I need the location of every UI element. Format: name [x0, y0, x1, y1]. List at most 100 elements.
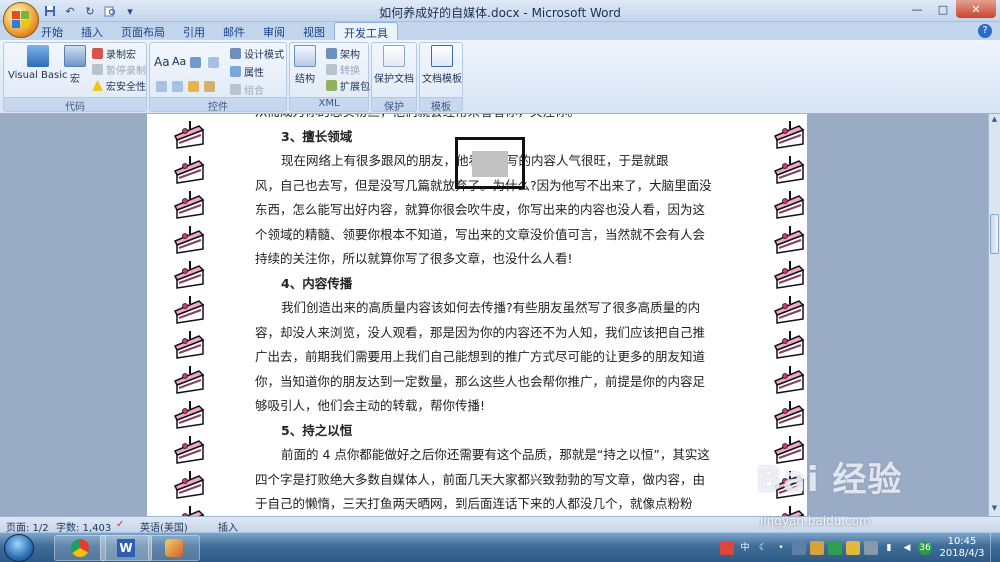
expansion-packs-icon	[326, 80, 337, 91]
tab-4[interactable]: 邮件	[214, 22, 254, 40]
show-desktop-button[interactable]	[990, 533, 1000, 562]
design-mode-button[interactable]: 设计模式	[230, 46, 284, 61]
section-heading: 4、内容传播	[281, 275, 353, 291]
cake-border-icon	[173, 291, 207, 325]
structure-button[interactable]: 结构	[294, 45, 316, 85]
cake-border-icon	[773, 466, 807, 500]
document-line: 你，当知道你的朋友达到一定数量，那么这些人也会帮你推广，前提是你的内容足	[255, 373, 706, 389]
keyboard-layout-icon[interactable]	[792, 541, 806, 555]
record-macro-icon	[92, 48, 103, 59]
cake-border-icon	[773, 221, 807, 255]
cake-border-icon	[773, 431, 807, 465]
macro-security-button[interactable]: 宏安全性	[92, 78, 146, 93]
document-line: 前面的 4 点你都能做好之后你还需要有这个品质，那就是“持之以恒”，其实这	[281, 447, 710, 462]
dropdown-control-icon[interactable]	[172, 81, 183, 92]
cake-border-icon	[173, 256, 207, 290]
flag-icon[interactable]	[864, 541, 878, 555]
group-controls: Aa Aa 设计模式 属性 组合 控件	[149, 42, 287, 113]
tab-5[interactable]: 审阅	[254, 22, 294, 40]
keyboard-icon[interactable]	[720, 541, 734, 555]
group-xml-label: XML	[290, 97, 368, 111]
taskbar-chrome-button[interactable]	[54, 535, 106, 561]
tab-7[interactable]: 开发工具	[334, 22, 398, 40]
expansion-packs-button[interactable]: 扩展包	[326, 78, 370, 93]
ribbon: Visual Basic 宏 录制宏 暂停录制 宏安全性 代码 Aa Aa 设计…	[0, 40, 1000, 114]
taskbar-paint-button[interactable]	[148, 535, 200, 561]
cake-border-icon	[173, 361, 207, 395]
dot-icon[interactable]: •	[774, 541, 788, 555]
tab-6[interactable]: 视图	[294, 22, 334, 40]
word-icon: W	[117, 539, 135, 557]
group-xml: 结构 架构 转换 扩展包 XML	[289, 42, 370, 112]
start-button[interactable]	[4, 534, 34, 562]
cake-border-icon	[173, 326, 207, 360]
visual-basic-button[interactable]: Visual Basic	[8, 45, 68, 81]
tab-2[interactable]: 页面布局	[112, 22, 174, 40]
tools-icon[interactable]	[810, 541, 824, 555]
clock-date: 2018/4/3	[939, 548, 985, 559]
scroll-thumb[interactable]	[990, 214, 999, 254]
protect-document-button[interactable]: 保护文档	[374, 45, 414, 85]
date-picker-control-icon[interactable]	[188, 81, 199, 92]
picture-control-icon[interactable]	[190, 57, 201, 68]
taskbar-word-button[interactable]: W	[100, 535, 152, 561]
volume-icon[interactable]: ◀	[900, 541, 914, 555]
system-clock[interactable]: 10:45 2018/4/3	[934, 536, 990, 560]
properties-icon	[230, 66, 241, 77]
legacy-tools-icon[interactable]	[204, 81, 215, 92]
scroll-down-icon[interactable]: ▼	[990, 504, 999, 514]
cake-border-icon	[173, 221, 207, 255]
pause-recording-button[interactable]: 暂停录制	[92, 62, 146, 77]
close-button[interactable]: ✕	[956, 0, 996, 18]
document-line: 四个字是打败绝大多数自媒体人，前面几天大家都兴致勃勃的写文章，做内容，由	[255, 471, 706, 487]
document-template-button[interactable]: 文档模板	[422, 45, 462, 85]
security-badge[interactable]: 36	[918, 541, 932, 555]
tab-3[interactable]: 引用	[174, 22, 214, 40]
office-logo-icon	[12, 11, 30, 29]
macros-button[interactable]: 宏	[64, 45, 86, 85]
transform-button[interactable]: 转换	[326, 62, 360, 77]
chrome-icon	[71, 539, 89, 557]
lock-document-icon	[383, 45, 405, 67]
office-button[interactable]	[3, 2, 39, 38]
building-block-control-icon[interactable]	[208, 57, 219, 68]
network-icon[interactable]: ▮	[882, 541, 896, 555]
plain-text-control-button[interactable]: Aa	[172, 55, 186, 68]
paint-icon	[165, 539, 183, 557]
warning-tray-icon[interactable]	[846, 541, 860, 555]
vertical-scrollbar[interactable]: ▲ ▼	[988, 114, 1000, 516]
ribbon-tabs: 开始 插入 页面布局 引用 邮件 审阅 视图 开发工具	[32, 22, 398, 40]
cake-border-icon	[773, 291, 807, 325]
proofing-icon[interactable]: ✓	[116, 519, 124, 530]
properties-button[interactable]: 属性	[230, 64, 264, 79]
document-line: 从而成为你的忠实粉丝，他们就会经常来看看你，关注你。	[255, 114, 745, 125]
cake-border-icon	[773, 361, 807, 395]
maximize-button[interactable]: □	[930, 0, 956, 18]
minimize-button[interactable]: —	[904, 0, 930, 18]
taskbar: W 中 ☾ • ▮ ◀ 36 10:45 2018/4/3	[0, 532, 1000, 562]
help-icon[interactable]: ?	[978, 24, 992, 38]
record-macro-button[interactable]: 录制宏	[92, 46, 136, 61]
redaction-block	[472, 151, 508, 177]
document-line: 于自己的懒惰，三天打鱼两天晒网，到后面连话下来的人都没几个，就像点粉粉	[255, 496, 693, 511]
tab-1[interactable]: 插入	[72, 22, 112, 40]
moon-icon[interactable]: ☾	[756, 541, 770, 555]
ime-indicator[interactable]: 中	[738, 541, 752, 555]
transform-icon	[326, 64, 337, 75]
group-icon	[230, 84, 241, 95]
schema-button[interactable]: 架构	[326, 46, 360, 61]
group-button[interactable]: 组合	[230, 82, 264, 97]
section-heading: 5、持之以恒	[281, 422, 353, 438]
group-code-label: 代码	[4, 97, 146, 113]
window-controls: — □ ✕	[904, 0, 996, 18]
page-border-right	[771, 114, 807, 516]
document-line: 广出去，前期我们需要用上我们自己能想到的推广方式尽可能的让更多的朋友知道	[255, 349, 706, 364]
app-tray-icon[interactable]	[828, 541, 842, 555]
document-line: 持续的关注你，所以就算你写了很多文章，也没什么人看!	[255, 251, 573, 266]
document-line: 我们创造出来的高质量内容该如何去传播?有些朋友虽然写了很多高质量的内	[281, 300, 701, 315]
combo-box-control-icon[interactable]	[156, 81, 167, 92]
clock-time: 10:45	[947, 536, 977, 547]
rich-text-control-button[interactable]: Aa	[154, 55, 170, 69]
cake-border-icon	[173, 186, 207, 220]
scroll-up-icon[interactable]: ▲	[990, 115, 999, 125]
